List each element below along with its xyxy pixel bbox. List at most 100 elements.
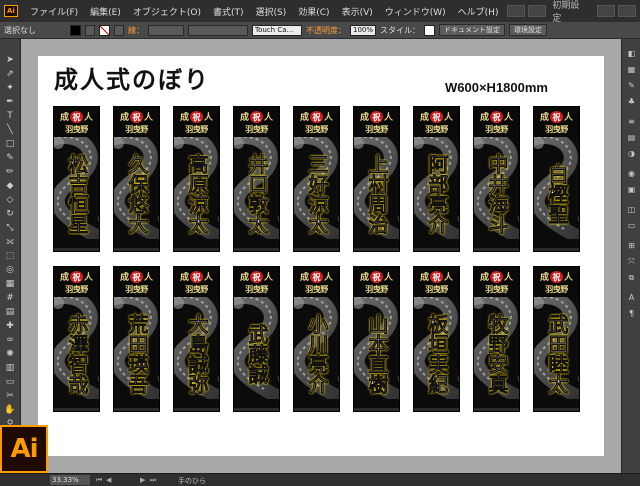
celebration-badge: 祝 — [190, 111, 203, 123]
menu-help[interactable]: ヘルプ(H) — [452, 5, 505, 18]
stroke-color-swatch[interactable] — [99, 24, 110, 36]
variable-width-profile[interactable] — [188, 24, 248, 36]
rectangle-tool-icon[interactable]: □ — [4, 139, 16, 150]
artboards-panel-icon[interactable]: ▭ — [626, 221, 637, 231]
nobori-banner[interactable]: 成祝人 羽曳野 小川亮介 — [293, 266, 340, 412]
fill-color-swatch[interactable] — [70, 24, 81, 36]
banner-header-title: 成祝人 — [479, 271, 514, 283]
paragraph-panel-icon[interactable]: ¶ — [626, 309, 637, 319]
artboard[interactable]: 成人式のぼり W600×H1800mm 成祝人 羽曳野 松吉恒星 成 祝 人 羽… — [38, 56, 604, 456]
eyedropper-tool-icon[interactable]: ✚ — [4, 321, 16, 332]
nobori-banner[interactable]: 成祝人 羽曳野 阿部亮介 — [413, 106, 460, 252]
nobori-banner[interactable]: 成祝人 羽曳野 中井海斗 — [473, 106, 520, 252]
hand-tool-icon[interactable]: ✋ — [4, 405, 16, 416]
selection-tool-icon[interactable]: ➤ — [4, 55, 16, 66]
gradient-panel-icon[interactable]: ▤ — [626, 133, 637, 143]
align-panel-icon[interactable]: ⊞ — [626, 241, 637, 251]
nobori-banner[interactable]: 成祝人 羽曳野 高原涼太 — [173, 106, 220, 252]
menu-view[interactable]: 表示(V) — [336, 5, 379, 18]
pencil-tool-icon[interactable]: ✏ — [4, 167, 16, 178]
zoom-level-field[interactable]: 33.33% — [50, 475, 90, 485]
fill-dropdown[interactable] — [85, 24, 95, 36]
rotate-tool-icon[interactable]: ↻ — [4, 209, 16, 220]
slice-tool-icon[interactable]: ✂ — [4, 391, 16, 402]
previous-artboard-icon[interactable]: ◀ — [106, 476, 114, 484]
nobori-banner[interactable]: 成祝人 羽曳野 大島誠弥 — [173, 266, 220, 412]
stroke-dropdown[interactable] — [114, 24, 124, 36]
blend-tool-icon[interactable]: ∞ — [4, 335, 16, 346]
shape-builder-tool-icon[interactable]: ◎ — [4, 265, 16, 276]
menu-window[interactable]: ウィンドウ(W) — [379, 5, 452, 18]
eraser-tool-icon[interactable]: ◇ — [4, 195, 16, 206]
line-tool-icon[interactable]: ╲ — [4, 125, 16, 136]
magic-wand-tool-icon[interactable]: ✦ — [4, 83, 16, 94]
brushes-panel-icon[interactable]: ✎ — [626, 81, 637, 91]
pen-tool-icon[interactable]: ✒ — [4, 97, 16, 108]
bridge-button[interactable] — [507, 5, 526, 17]
banner-person-name: 井口敦太 — [245, 154, 270, 235]
direct-selection-tool-icon[interactable]: ⇗ — [4, 69, 16, 80]
graphic-styles-panel-icon[interactable]: ▣ — [626, 185, 637, 195]
scale-tool-icon[interactable]: ⤡ — [4, 223, 16, 234]
stroke-weight-field[interactable] — [148, 24, 184, 36]
appearance-panel-icon[interactable]: ◉ — [626, 169, 637, 179]
nobori-banner[interactable]: 成祝人 羽曳野 山本直樹 — [353, 266, 400, 412]
window-close-button[interactable] — [618, 5, 636, 17]
brush-definition-field[interactable]: Touch Ca... — [252, 24, 302, 36]
nobori-banner[interactable]: 成祝人 羽曳野 白樫聖 — [533, 106, 580, 252]
document-setup-button[interactable]: ドキュメント設定 — [439, 24, 505, 36]
celebration-badge: 祝 — [430, 111, 443, 123]
nobori-banner[interactable]: 成祝人 羽曳野 牧野安真 — [473, 266, 520, 412]
swatches-panel-icon[interactable]: ▦ — [626, 65, 637, 75]
nobori-banner[interactable]: 成祝人 羽曳野 武藤誠 — [233, 266, 280, 412]
nobori-banner[interactable]: 成祝人 羽曳野 上村周治 — [353, 106, 400, 252]
menu-type[interactable]: 書式(T) — [207, 5, 250, 18]
gradient-tool-icon[interactable]: ▤ — [4, 307, 16, 318]
nobori-banner[interactable]: 成祝人 羽曳野 赤澤智哉 — [53, 266, 100, 412]
last-artboard-icon[interactable]: ⏭ — [150, 476, 158, 484]
graph-tool-icon[interactable]: ▥ — [4, 363, 16, 374]
width-tool-icon[interactable]: ⟗ — [4, 237, 16, 248]
transform-panel-icon[interactable]: ⤧ — [626, 257, 637, 267]
canvas-area[interactable]: 成人式のぼり W600×H1800mm 成祝人 羽曳野 松吉恒星 成 祝 人 羽… — [21, 39, 621, 473]
page-title[interactable]: 成人式のぼり — [54, 60, 210, 95]
opacity-field[interactable]: 100% — [350, 24, 376, 36]
perspective-grid-tool-icon[interactable]: ▦ — [4, 279, 16, 290]
nobori-banner[interactable]: 成祝人 羽曳野 久保悠大 — [113, 106, 160, 252]
workspace-switcher[interactable]: 初期設定 — [546, 1, 594, 24]
size-label[interactable]: W600×H1800mm — [445, 80, 548, 95]
blob-brush-tool-icon[interactable]: ◆ — [4, 181, 16, 192]
menu-file[interactable]: ファイル(F) — [24, 5, 84, 18]
artboard-tool-icon[interactable]: ▭ — [4, 377, 16, 388]
stroke-panel-icon[interactable]: ≡ — [626, 117, 637, 127]
type-tool-icon[interactable]: T — [4, 111, 16, 122]
preferences-button[interactable]: 環境設定 — [509, 24, 547, 36]
nobori-banner[interactable]: 成祝人 羽曳野 板垣実紀 — [413, 266, 460, 412]
paintbrush-tool-icon[interactable]: ✎ — [4, 153, 16, 164]
character-panel-icon[interactable]: A — [626, 293, 637, 303]
window-minimize-button[interactable] — [597, 5, 616, 17]
nobori-banner[interactable]: 成祝人 羽曳野 松吉恒星 — [53, 106, 100, 252]
pathfinder-panel-icon[interactable]: ⧉ — [626, 273, 637, 283]
next-artboard-icon[interactable]: ▶ — [140, 476, 148, 484]
opacity-label[interactable]: 不透明度： — [306, 25, 346, 36]
stroke-label[interactable]: 線： — [128, 25, 144, 36]
menu-object[interactable]: オブジェクト(O) — [127, 5, 207, 18]
transparency-panel-icon[interactable]: ◑ — [626, 149, 637, 159]
menu-edit[interactable]: 編集(E) — [84, 5, 127, 18]
mesh-tool-icon[interactable]: # — [4, 293, 16, 304]
menu-effect[interactable]: 効果(C) — [292, 5, 335, 18]
color-panel-icon[interactable]: ◧ — [626, 49, 637, 59]
nobori-banner[interactable]: 成祝人 羽曳野 荒田瑛吾 — [113, 266, 160, 412]
nobori-banner[interactable]: 成祝人 羽曳野 井口敦太 — [233, 106, 280, 252]
symbol-sprayer-tool-icon[interactable]: ✺ — [4, 349, 16, 360]
free-transform-tool-icon[interactable]: ⬚ — [4, 251, 16, 262]
graphic-style-swatch[interactable] — [424, 24, 435, 36]
layers-panel-icon[interactable]: ◫ — [626, 205, 637, 215]
symbols-panel-icon[interactable]: ♣ — [626, 97, 637, 107]
nobori-banner[interactable]: 成祝人 羽曳野 三好涼太 — [293, 106, 340, 252]
menu-select[interactable]: 選択(S) — [250, 5, 293, 18]
first-artboard-icon[interactable]: ⏮ — [96, 476, 104, 484]
arrange-documents-button[interactable] — [528, 5, 547, 17]
nobori-banner[interactable]: 成祝人 羽曳野 武田睦太 — [533, 266, 580, 412]
